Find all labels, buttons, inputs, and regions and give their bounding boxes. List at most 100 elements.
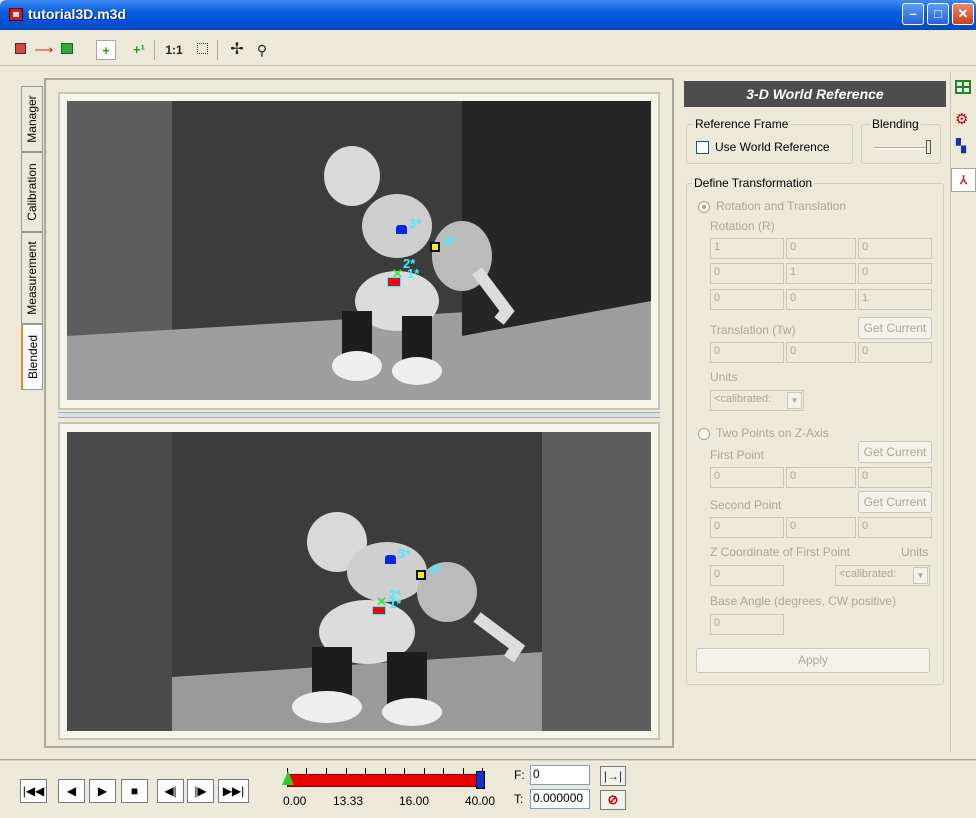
radio-two-points[interactable]: [698, 428, 710, 440]
title-bar[interactable]: [0, 0, 976, 30]
rotation-r11[interactable]: 1: [710, 238, 784, 259]
translation-x[interactable]: 0: [710, 342, 784, 363]
second-point-y[interactable]: 0: [786, 517, 856, 538]
rotation-r21[interactable]: 0: [710, 263, 784, 284]
rotation-r33[interactable]: 1: [858, 289, 932, 310]
play-button[interactable]: ▶: [89, 779, 116, 803]
second-point-z[interactable]: 0: [858, 517, 932, 538]
blending-label: Blending: [870, 117, 921, 131]
rotation-r22[interactable]: 1: [786, 263, 856, 284]
stop-button[interactable]: ■: [121, 779, 148, 803]
step-back-button[interactable]: ◀: [58, 779, 85, 803]
chevron-down-icon[interactable]: ▼: [787, 392, 802, 409]
tab-calibration[interactable]: Calibration: [21, 152, 43, 232]
units-select-value: <calibrated:: [714, 393, 772, 405]
top-camera-view[interactable]: [67, 101, 651, 400]
grid-view-icon[interactable]: [955, 80, 971, 94]
points-icon[interactable]: ▚: [956, 138, 966, 154]
zoom-actual-size-button[interactable]: 1:1: [163, 40, 185, 60]
second-point-label: Second Point: [710, 498, 782, 512]
panel-title: 3-D World Reference: [684, 81, 946, 107]
marker-1-top[interactable]: [387, 277, 401, 287]
get-current-translation-button[interactable]: Get Current: [858, 317, 932, 339]
base-angle-field[interactable]: 0: [710, 614, 784, 635]
rotation-r31[interactable]: 0: [710, 289, 784, 310]
add-numbered-point-icon[interactable]: +¹: [129, 40, 149, 60]
zoom-icon[interactable]: ⚲: [252, 40, 272, 60]
timeline-tick: [404, 768, 405, 774]
view-divider[interactable]: [58, 412, 660, 418]
marker-4-label-top: 4*: [444, 234, 457, 249]
image-view-icon[interactable]: [10, 40, 30, 60]
first-point-y[interactable]: 0: [786, 467, 856, 488]
marker-3-bottom[interactable]: [385, 555, 396, 564]
time-field[interactable]: 0.000000: [530, 789, 590, 809]
blending-slider-track[interactable]: [874, 147, 928, 149]
frame-label: F:: [514, 768, 525, 782]
previous-frame-button[interactable]: ◀|: [157, 779, 184, 803]
marker-3-top[interactable]: [396, 225, 407, 234]
timeline-end-marker[interactable]: [476, 771, 485, 789]
units2-label: Units: [901, 545, 929, 559]
3d-view-icon[interactable]: ⚙: [955, 110, 968, 128]
last-frame-button[interactable]: ▶▶|: [218, 779, 249, 803]
frame-field[interactable]: 0: [530, 765, 590, 785]
first-point-z[interactable]: 0: [858, 467, 932, 488]
goto-frame-icon[interactable]: |→|: [600, 766, 626, 786]
reference-frame-label: Reference Frame: [693, 117, 791, 131]
marker-1-bottom[interactable]: [372, 606, 386, 615]
rotation-r23[interactable]: 0: [858, 263, 932, 284]
second-point-x[interactable]: 0: [710, 517, 784, 538]
minimize-button[interactable]: –: [902, 3, 924, 25]
bottom-camera-view[interactable]: [67, 432, 651, 731]
translation-y[interactable]: 0: [786, 342, 856, 363]
units-select[interactable]: <calibrated: ▼: [710, 390, 804, 411]
radio-rotation-translation[interactable]: [698, 201, 710, 213]
window-title: tutorial3D.m3d: [28, 6, 127, 22]
first-point-label: First Point: [710, 448, 765, 462]
timeline-tick: [385, 768, 386, 774]
add-point-icon[interactable]: +: [96, 40, 116, 60]
timeline-track[interactable]: [287, 774, 483, 787]
apply-button[interactable]: Apply: [696, 648, 930, 673]
timeline-tick: [424, 768, 425, 774]
timeline-tick: [306, 768, 307, 774]
z-coordinate-label: Z Coordinate of First Point: [710, 545, 851, 559]
z-coordinate-field[interactable]: 0: [710, 565, 784, 586]
get-current-second-point-button[interactable]: Get Current: [858, 491, 932, 513]
tab-blended[interactable]: Blended: [21, 324, 43, 390]
translation-label: Translation (Tw): [710, 323, 796, 337]
toolbar-separator: [217, 40, 218, 60]
next-frame-button[interactable]: |▶: [187, 779, 214, 803]
overlay-icon[interactable]: [57, 40, 77, 60]
use-world-reference-checkbox[interactable]: [696, 141, 709, 154]
timeline-start-marker[interactable]: [282, 771, 294, 785]
chevron-down-icon[interactable]: ▼: [913, 567, 928, 584]
tab-manager[interactable]: Manager: [21, 86, 43, 152]
close-button[interactable]: ✕: [952, 3, 974, 25]
marker-4-bottom[interactable]: [416, 570, 426, 580]
timeline-label-1: 13.33: [333, 794, 364, 808]
world-reference-icon[interactable]: ⅄: [951, 168, 976, 192]
get-current-first-point-button[interactable]: Get Current: [858, 441, 932, 463]
track-icon[interactable]: ⟶: [34, 40, 54, 60]
unlink-icon[interactable]: ⊘: [600, 790, 626, 810]
pan-icon[interactable]: ✢: [227, 40, 247, 60]
marker-4-top[interactable]: [430, 242, 440, 252]
units2-select-value: <calibrated:: [839, 568, 897, 580]
marker-3-label-bottom: 3*: [398, 546, 411, 561]
marker-4-label-bottom: 4*: [430, 562, 443, 577]
first-frame-button[interactable]: |◀◀: [20, 779, 47, 803]
maximize-button[interactable]: □: [927, 3, 949, 25]
blending-slider-thumb[interactable]: [926, 140, 931, 154]
tab-measurement[interactable]: Measurement: [21, 232, 43, 324]
rotation-r32[interactable]: 0: [786, 289, 856, 310]
fit-to-window-icon[interactable]: [192, 40, 212, 60]
timeline-tick: [326, 768, 327, 774]
translation-z[interactable]: 0: [858, 342, 932, 363]
rotation-r12[interactable]: 0: [786, 238, 856, 259]
units2-select[interactable]: <calibrated: ▼: [835, 565, 930, 586]
rotation-r13[interactable]: 0: [858, 238, 932, 259]
base-angle-label: Base Angle (degrees, CW positive): [710, 594, 897, 608]
first-point-x[interactable]: 0: [710, 467, 784, 488]
